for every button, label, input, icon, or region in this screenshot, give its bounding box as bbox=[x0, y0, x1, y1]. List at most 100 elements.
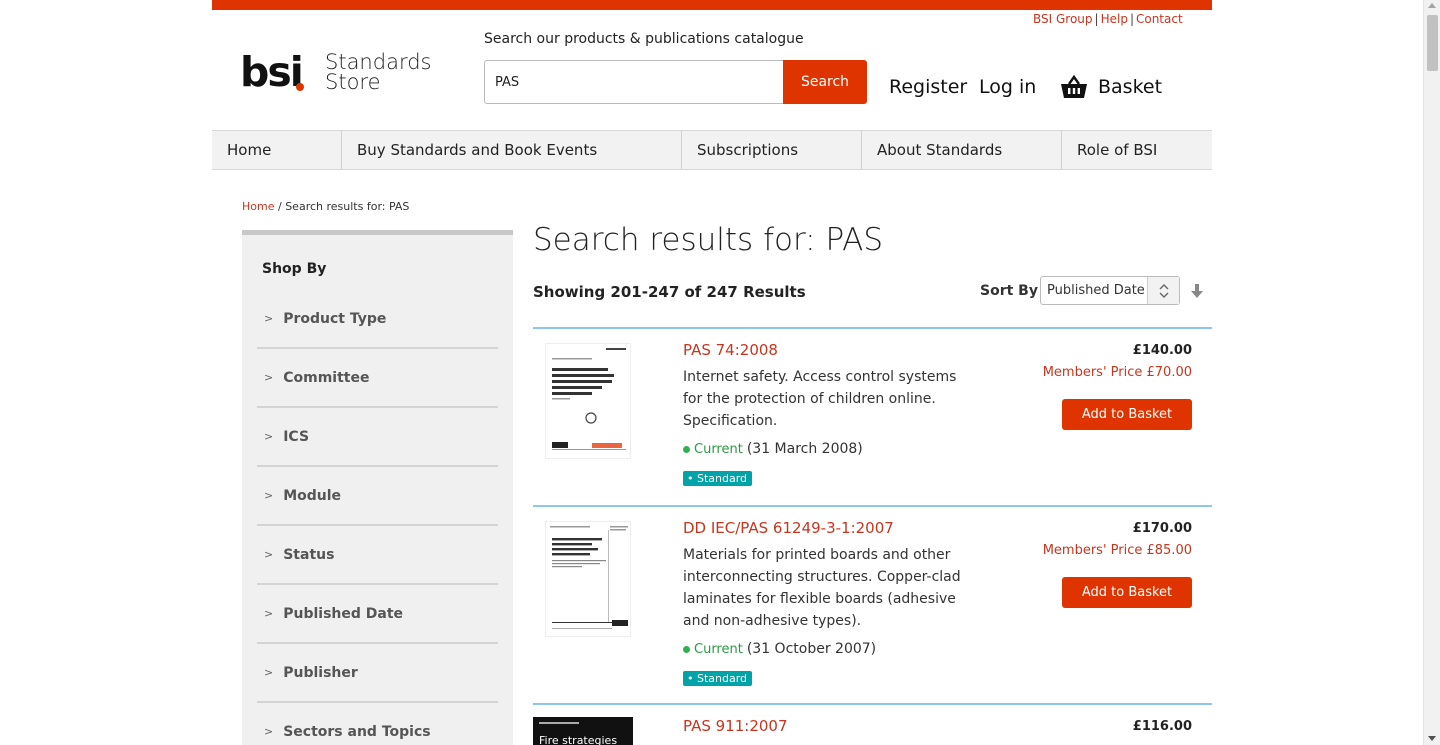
product-cover-thumbnail[interactable] bbox=[545, 521, 631, 637]
result-title-link[interactable]: DD IEC/PAS 61249-3-1:2007 bbox=[683, 519, 894, 537]
product-cover-thumbnail[interactable]: Fire strategies bbox=[533, 717, 633, 745]
page-scrollbar[interactable] bbox=[1423, 0, 1440, 745]
price: £140.00 bbox=[1132, 343, 1192, 358]
sort-select[interactable]: Published Date bbox=[1040, 276, 1180, 305]
chevron-right-icon: > bbox=[264, 666, 274, 679]
facet-label: Committee bbox=[283, 369, 370, 386]
status-dot-icon bbox=[683, 445, 690, 453]
chevron-right-icon: > bbox=[264, 489, 274, 502]
page-title: Search results for: PAS bbox=[533, 222, 884, 258]
search-input[interactable] bbox=[484, 60, 784, 104]
product-cover-thumbnail[interactable] bbox=[545, 343, 631, 459]
facet-sectors-and-topics[interactable]: > Sectors and Topics bbox=[257, 703, 498, 745]
nav-subscriptions[interactable]: Subscriptions bbox=[682, 131, 862, 169]
sort-select-value: Published Date bbox=[1047, 283, 1145, 298]
register-link[interactable]: Register bbox=[889, 76, 967, 98]
scroll-down-arrow-icon[interactable] bbox=[1428, 736, 1436, 741]
shop-by-heading: Shop By bbox=[262, 261, 327, 277]
add-to-basket-button[interactable]: Add to Basket bbox=[1062, 577, 1192, 608]
result-item: PAS 74:2008 Internet safety. Access cont… bbox=[533, 327, 1212, 507]
breadcrumb-home[interactable]: Home bbox=[242, 200, 274, 213]
nav-role-of-bsi[interactable]: Role of BSI bbox=[1062, 131, 1210, 169]
badge-label: Standard bbox=[697, 672, 748, 685]
logo-store-line2: Store bbox=[325, 70, 381, 94]
facet-label: Product Type bbox=[283, 310, 387, 327]
badge-label: Standard bbox=[697, 472, 748, 485]
facet-label: Sectors and Topics bbox=[283, 723, 431, 740]
status-date: (31 March 2008) bbox=[746, 441, 863, 457]
result-title-link[interactable]: PAS 74:2008 bbox=[683, 341, 778, 359]
contact-link[interactable]: Contact bbox=[1136, 12, 1183, 26]
login-link[interactable]: Log in bbox=[979, 76, 1036, 98]
cover-image bbox=[550, 526, 628, 629]
status-label: Current bbox=[694, 641, 743, 657]
chevron-right-icon: > bbox=[264, 312, 274, 325]
basket-label: Basket bbox=[1098, 76, 1163, 98]
result-description: Materials for printed boards and other i… bbox=[683, 547, 961, 629]
cover-small-rule bbox=[539, 722, 579, 724]
members-price: Members' Price £85.00 bbox=[1042, 543, 1192, 558]
status-label: Current bbox=[694, 441, 743, 457]
nav-about-standards[interactable]: About Standards bbox=[862, 131, 1062, 169]
scrollbar-thumb[interactable] bbox=[1427, 15, 1438, 71]
nav-buy-standards[interactable]: Buy Standards and Book Events bbox=[342, 131, 682, 169]
breadcrumb-separator: / bbox=[277, 200, 282, 213]
facet-label: Status bbox=[283, 546, 335, 563]
basket-link[interactable]: Basket bbox=[1060, 72, 1162, 102]
help-link[interactable]: Help bbox=[1101, 12, 1128, 26]
facet-ics[interactable]: > ICS bbox=[257, 408, 498, 467]
nav-home[interactable]: Home bbox=[212, 131, 342, 169]
chevron-right-icon: > bbox=[264, 430, 274, 443]
result-description: Internet safety. Access control systems … bbox=[683, 369, 957, 429]
brand-top-bar bbox=[212, 0, 1212, 10]
facet-label: Module bbox=[283, 487, 342, 504]
search-button[interactable]: Search bbox=[783, 60, 867, 104]
results-count: Showing 201-247 of 247 Results bbox=[533, 283, 806, 301]
facet-status[interactable]: > Status bbox=[257, 526, 498, 585]
cover-image bbox=[552, 348, 626, 450]
breadcrumb-current: Search results for: PAS bbox=[285, 200, 410, 213]
main-nav: Home Buy Standards and Book Events Subsc… bbox=[212, 130, 1212, 170]
result-item: Fire strategies PAS 911:2007 £116.00 bbox=[533, 703, 1212, 745]
separator: | bbox=[1129, 12, 1134, 26]
result-title-link[interactable]: PAS 911:2007 bbox=[683, 717, 788, 735]
type-badge: • Standard bbox=[683, 671, 753, 686]
chevron-right-icon: > bbox=[264, 607, 274, 620]
search-label: Search our products & publications catal… bbox=[484, 31, 804, 47]
separator: | bbox=[1094, 12, 1099, 26]
logo-store-text: Standards Store bbox=[325, 52, 431, 94]
chevron-right-icon: > bbox=[264, 371, 274, 384]
type-badge: • Standard bbox=[683, 471, 753, 486]
utility-links: BSI Group | Help | Contact bbox=[1033, 12, 1183, 26]
bsi-standards-store-logo[interactable]: bsi Standards Store bbox=[240, 48, 440, 96]
up-down-chevron-icon bbox=[1147, 277, 1179, 304]
facet-published-date[interactable]: > Published Date bbox=[257, 585, 498, 644]
scroll-up-arrow-icon[interactable] bbox=[1428, 3, 1436, 8]
chevron-right-icon: > bbox=[264, 548, 274, 561]
facet-committee[interactable]: > Committee bbox=[257, 349, 498, 408]
result-item: DD IEC/PAS 61249-3-1:2007 Materials for … bbox=[533, 505, 1212, 705]
status-dot-icon bbox=[683, 645, 690, 653]
chevron-right-icon: > bbox=[264, 725, 274, 738]
basket-icon bbox=[1061, 74, 1087, 98]
facet-publisher[interactable]: > Publisher bbox=[257, 644, 498, 703]
bsi-group-link[interactable]: BSI Group bbox=[1033, 12, 1093, 26]
shop-by-sidebar: Shop By > Product Type > Committee > ICS > M… bbox=[242, 230, 513, 745]
price: £170.00 bbox=[1132, 521, 1192, 536]
result-status: Current (31 March 2008) bbox=[683, 441, 863, 457]
price: £116.00 bbox=[1132, 719, 1192, 734]
sort-direction-arrow-icon[interactable] bbox=[1190, 283, 1204, 299]
facet-product-type[interactable]: > Product Type bbox=[257, 290, 498, 349]
facet-label: Publisher bbox=[283, 664, 358, 681]
cover-title: Fire strategies bbox=[539, 734, 618, 745]
members-price: Members' Price £70.00 bbox=[1042, 365, 1192, 380]
add-to-basket-button[interactable]: Add to Basket bbox=[1062, 399, 1192, 430]
status-date: (31 October 2007) bbox=[746, 641, 877, 657]
result-status: Current (31 October 2007) bbox=[683, 641, 876, 657]
facet-module[interactable]: > Module bbox=[257, 467, 498, 526]
facet-label: ICS bbox=[283, 428, 310, 445]
logo-dot bbox=[296, 83, 304, 91]
sort-by-label: Sort By bbox=[980, 283, 1038, 299]
facet-label: Published Date bbox=[283, 605, 404, 622]
breadcrumb: Home / Search results for: PAS bbox=[242, 200, 409, 213]
